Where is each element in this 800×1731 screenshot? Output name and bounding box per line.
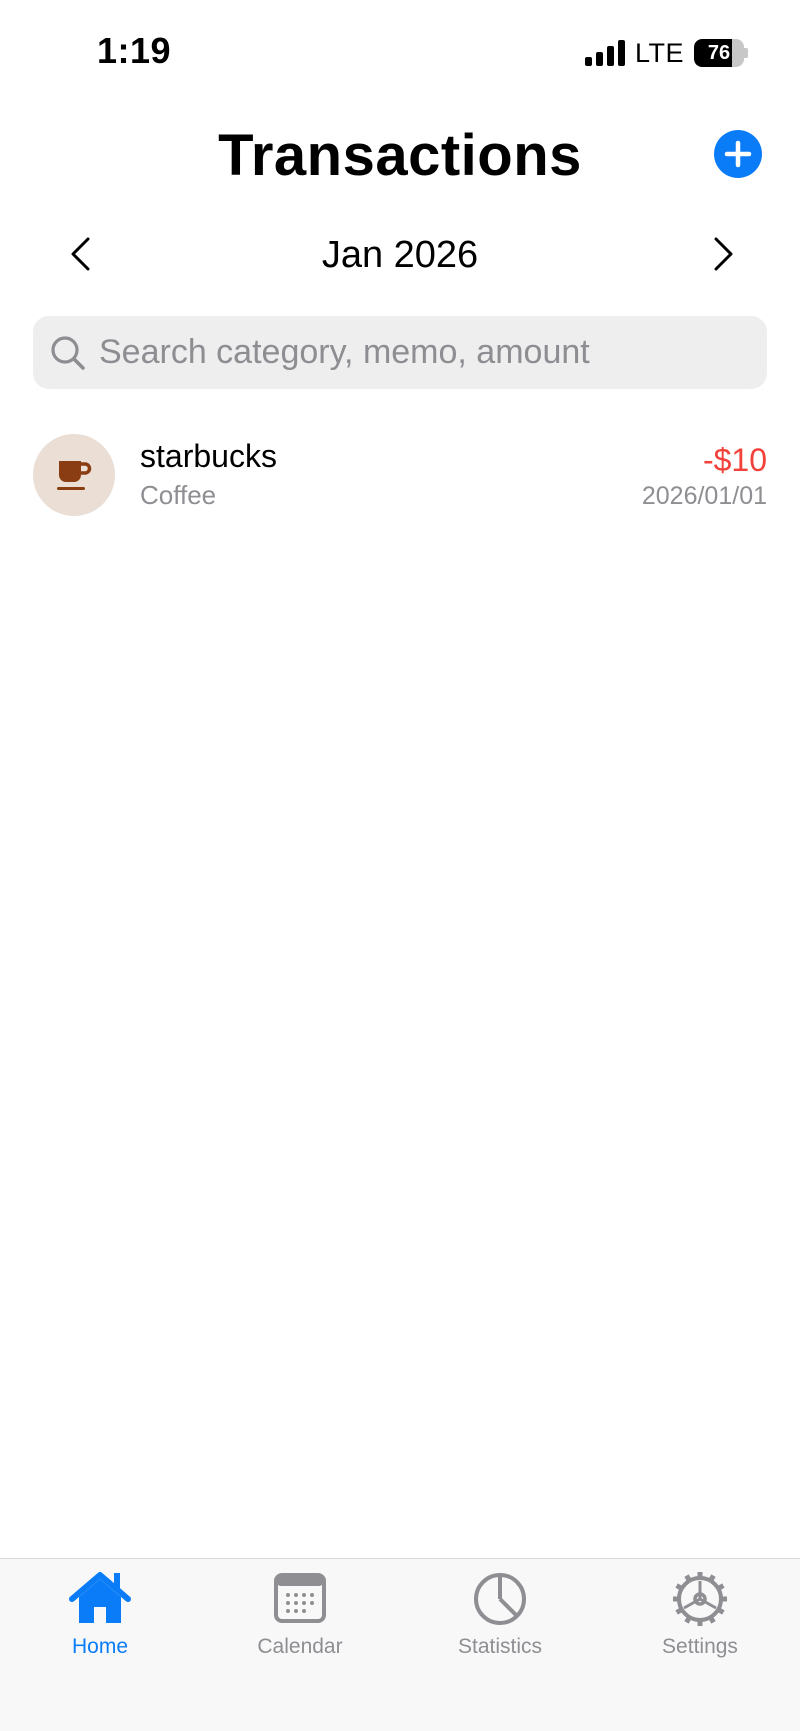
current-month-label[interactable]: Jan 2026 — [0, 234, 800, 277]
pie-chart-icon — [468, 1569, 532, 1629]
tab-label: Settings — [662, 1635, 738, 1658]
transaction-row[interactable]: starbucks Coffee -$10 2026/01/01 — [33, 434, 767, 518]
next-month-button[interactable] — [702, 234, 742, 274]
chevron-right-icon — [714, 237, 733, 271]
transaction-name: starbucks — [140, 438, 277, 474]
transaction-date: 2026/01/01 — [641, 482, 767, 510]
tab-calendar[interactable]: Calendar — [220, 1565, 380, 1665]
search-icon — [51, 335, 85, 370]
month-navigator: Jan 2026 — [0, 228, 800, 280]
transactions-screen: 1:19 LTE 76 Transactions Jan 2026 Search… — [0, 0, 800, 1731]
tab-bar: Home Calendar Statistics Settings — [0, 1558, 800, 1731]
battery-icon: 76 — [694, 39, 748, 67]
category-avatar — [33, 434, 115, 516]
tab-label: Calendar — [257, 1635, 343, 1658]
tab-home[interactable]: Home — [20, 1565, 180, 1665]
house-icon — [68, 1569, 132, 1629]
cellular-signal-icon — [584, 40, 625, 66]
tab-settings[interactable]: Settings — [620, 1565, 780, 1665]
calendar-icon — [268, 1569, 332, 1629]
tab-statistics[interactable]: Statistics — [420, 1565, 580, 1665]
add-transaction-button[interactable] — [714, 130, 762, 178]
search-bar[interactable] — [33, 316, 767, 389]
gear-icon — [668, 1569, 732, 1629]
search-input[interactable] — [99, 333, 739, 372]
battery-percent: 76 — [707, 42, 731, 64]
transaction-amount: -$10 — [702, 442, 767, 478]
plus-icon — [724, 140, 752, 168]
network-type: LTE — [634, 37, 684, 68]
tab-label: Statistics — [457, 1635, 543, 1658]
tab-label: Home — [71, 1635, 129, 1658]
status-indicators: LTE 76 — [584, 36, 748, 70]
page-title: Transactions — [218, 123, 582, 188]
status-time: 1:19 — [97, 30, 172, 71]
coffee-cup-icon — [57, 461, 92, 490]
status-bar: 1:19 LTE 76 — [0, 0, 800, 100]
transaction-category: Coffee — [140, 480, 217, 510]
